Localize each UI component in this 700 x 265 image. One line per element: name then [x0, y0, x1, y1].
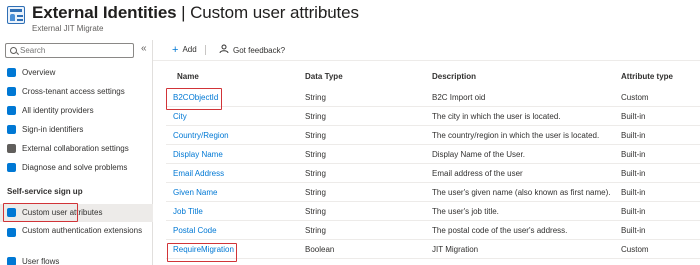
- sidebar-item-label: Cross-tenant access settings: [22, 87, 125, 96]
- sidebar-item-label: All identity providers: [22, 106, 94, 115]
- wrench-icon: [7, 163, 16, 172]
- table-row: City String The city in which the user is …: [166, 107, 700, 126]
- sidebar-item-cross-tenant-access-settings[interactable]: Cross-tenant access settings: [0, 83, 153, 101]
- toolbar-separator: [153, 60, 700, 61]
- description-cell: Display Name of the User.: [432, 150, 525, 159]
- column-header-name[interactable]: Name: [177, 72, 199, 81]
- description-cell: Email address of the user: [432, 169, 523, 178]
- feedback-button[interactable]: Got feedback?: [219, 44, 285, 55]
- sidebar-item-sign-in-identifiers[interactable]: Sign-in identifiers: [0, 121, 153, 139]
- add-button[interactable]: + Add: [172, 44, 197, 56]
- attribute-type-cell: Custom: [621, 93, 649, 102]
- description-cell: The postal code of the user's address.: [432, 226, 568, 235]
- description-cell: The user's job title.: [432, 207, 499, 216]
- tenant-subtitle: External JIT Migrate: [32, 24, 104, 33]
- description-cell: JIT Migration: [432, 245, 479, 254]
- data-type-cell: String: [305, 207, 326, 216]
- attribute-name-link[interactable]: Display Name: [173, 150, 223, 159]
- data-type-cell: String: [305, 93, 326, 102]
- table-row: Email Address String Email address of the …: [166, 164, 700, 183]
- data-type-cell: String: [305, 169, 326, 178]
- id-icon: [7, 125, 16, 134]
- description-cell: The city in which the user is located.: [432, 112, 561, 121]
- data-type-cell: String: [305, 112, 326, 121]
- collapse-sidebar-icon[interactable]: «: [141, 43, 147, 54]
- table-row: Job Title String The user's job title. Buil…: [166, 202, 700, 221]
- sidebar: « Overview Cross-tenant access settings Al…: [0, 40, 153, 265]
- attribute-type-cell: Built-in: [621, 131, 646, 140]
- table-row: Given Name String The user's given name (a…: [166, 183, 700, 202]
- attribute-type-cell: Built-in: [621, 207, 646, 216]
- data-type-cell: String: [305, 131, 326, 140]
- toolbar-divider: [205, 45, 206, 55]
- attribute-name-link[interactable]: City: [173, 112, 187, 121]
- highlight-requiremigration: [167, 243, 237, 262]
- attribute-type-cell: Custom: [621, 245, 649, 254]
- gear-icon: [7, 144, 16, 153]
- highlight-b2cobjectid: [166, 88, 222, 110]
- data-type-cell: String: [305, 150, 326, 159]
- table-row: B2CObjectId String B2C Import oid Custom: [166, 88, 700, 107]
- attribute-type-cell: Built-in: [621, 226, 646, 235]
- sidebar-item-label: Sign-in identifiers: [22, 125, 84, 134]
- search-input[interactable]: [20, 45, 130, 56]
- sidebar-item-overview[interactable]: Overview: [0, 64, 153, 82]
- more-options-icon[interactable]: ···: [319, 3, 335, 18]
- sidebar-item-all-identity-providers[interactable]: All identity providers: [0, 102, 153, 120]
- search-icon: [10, 47, 17, 54]
- table-row: Display Name String Display Name of the Us…: [166, 145, 700, 164]
- description-cell: B2C Import oid: [432, 93, 486, 102]
- external-identities-icon: [7, 6, 25, 24]
- data-type-cell: String: [305, 226, 326, 235]
- sidebar-item-custom-authentication-extensions[interactable]: Custom authentication extensions: [0, 224, 153, 250]
- data-type-cell: String: [305, 188, 326, 197]
- table-row: Country/Region String The country/region i…: [166, 126, 700, 145]
- sidebar-item-external-collaboration-settings[interactable]: External collaboration settings: [0, 140, 153, 158]
- description-cell: The user's given name (also known as fir…: [432, 188, 611, 197]
- sidebar-item-label: Diagnose and solve problems: [22, 163, 128, 172]
- sidebar-item-label: External collaboration settings: [22, 144, 129, 153]
- attribute-name-link[interactable]: Email Address: [173, 169, 224, 178]
- globe-icon: [7, 87, 16, 96]
- column-header-description[interactable]: Description: [432, 72, 476, 81]
- command-bar: + Add Got feedback?: [153, 40, 700, 60]
- sidebar-item-label: Custom authentication extensions: [22, 226, 143, 235]
- sidebar-section-self-service-sign-up: Self-service sign up: [7, 187, 83, 196]
- attribute-type-cell: Built-in: [621, 188, 646, 197]
- info-icon: [7, 68, 16, 77]
- data-type-cell: Boolean: [305, 245, 335, 254]
- table-row: Postal Code String The postal code of the …: [166, 221, 700, 240]
- attribute-type-cell: Built-in: [621, 150, 646, 159]
- attribute-name-link[interactable]: Job Title: [173, 207, 203, 216]
- attribute-name-link[interactable]: Given Name: [173, 188, 217, 197]
- attribute-name-link[interactable]: Country/Region: [173, 131, 229, 140]
- column-header-data-type[interactable]: Data Type: [305, 72, 343, 81]
- sidebar-item-label: Overview: [22, 68, 56, 77]
- sidebar-search[interactable]: [5, 43, 134, 58]
- plus-icon: +: [172, 44, 179, 56]
- feedback-icon: [219, 44, 229, 54]
- sidebar-item-diagnose-and-solve-problems[interactable]: Diagnose and solve problems: [0, 159, 153, 177]
- description-cell: The country/region in which the user is …: [432, 131, 600, 140]
- highlight-custom-user-attributes: [3, 203, 78, 222]
- flow-icon: [7, 257, 16, 265]
- page-header: External Identities | Custom user attrib…: [0, 0, 700, 40]
- sidebar-item-user-flows[interactable]: User flows: [0, 253, 153, 265]
- table-row: RequireMigration Boolean JIT Migration Cust…: [166, 240, 700, 259]
- column-header-attribute-type[interactable]: Attribute type: [621, 72, 673, 81]
- extension-icon: [7, 228, 16, 237]
- sidebar-item-label: User flows: [22, 257, 60, 265]
- users-icon: [7, 106, 16, 115]
- attribute-type-cell: Built-in: [621, 112, 646, 121]
- page-title: External Identities | Custom user attrib…: [32, 3, 359, 22]
- attribute-type-cell: Built-in: [621, 169, 646, 178]
- attribute-name-link[interactable]: Postal Code: [173, 226, 217, 235]
